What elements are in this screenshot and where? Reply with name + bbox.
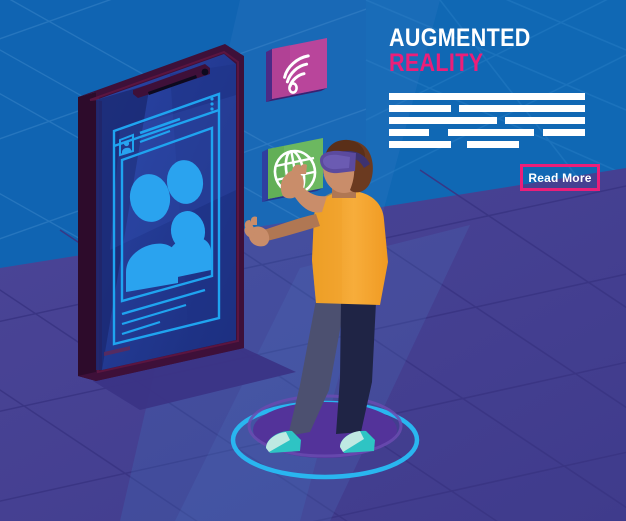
globe-card-side [262,149,268,202]
smartphone [78,44,244,381]
headset-visor-lens [323,154,350,170]
phone-camera-dot [201,68,209,76]
kebab-menu-icon [210,97,214,111]
ar-illustration-canvas: AUGMENTED REALITY Read More [0,0,626,521]
read-more-button[interactable]: Read More [520,164,600,191]
wifi-card-side [266,49,272,102]
scene-svg [0,0,626,521]
phone-side-left [78,92,96,381]
